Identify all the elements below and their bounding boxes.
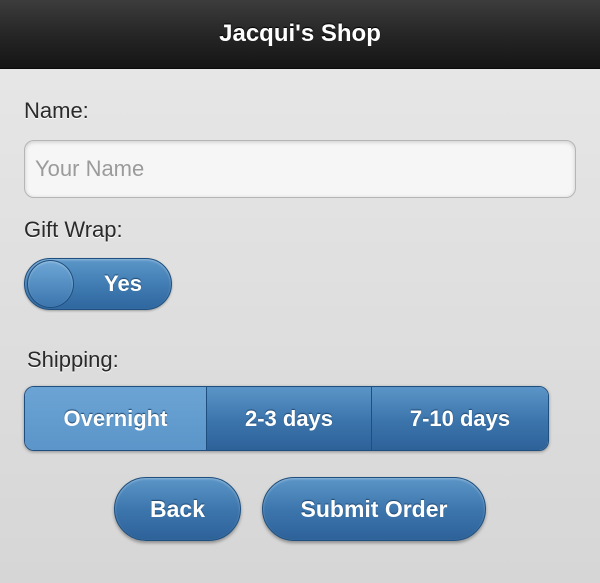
- shipping-label: Shipping:: [27, 347, 119, 372]
- app-header: Jacqui's Shop: [0, 0, 600, 69]
- toggle-knob[interactable]: [27, 260, 74, 308]
- shipping-option-7-10-days[interactable]: 7-10 days: [371, 387, 548, 450]
- gift-wrap-label: Gift Wrap:: [24, 217, 123, 242]
- back-button[interactable]: Back: [114, 477, 241, 541]
- name-input[interactable]: [24, 140, 576, 198]
- name-label: Name:: [24, 98, 89, 123]
- shipping-option-2-3-days[interactable]: 2-3 days: [206, 387, 371, 450]
- submit-order-button[interactable]: Submit Order: [262, 477, 486, 541]
- order-form: Name: Gift Wrap: Yes Shipping: Overnight…: [0, 69, 600, 583]
- gift-wrap-toggle[interactable]: Yes: [24, 258, 172, 310]
- page-title: Jacqui's Shop: [219, 20, 381, 47]
- shipping-option-overnight[interactable]: Overnight: [25, 387, 206, 450]
- shipping-selector: Overnight 2-3 days 7-10 days: [24, 386, 549, 451]
- toggle-state-label: Yes: [104, 271, 142, 296]
